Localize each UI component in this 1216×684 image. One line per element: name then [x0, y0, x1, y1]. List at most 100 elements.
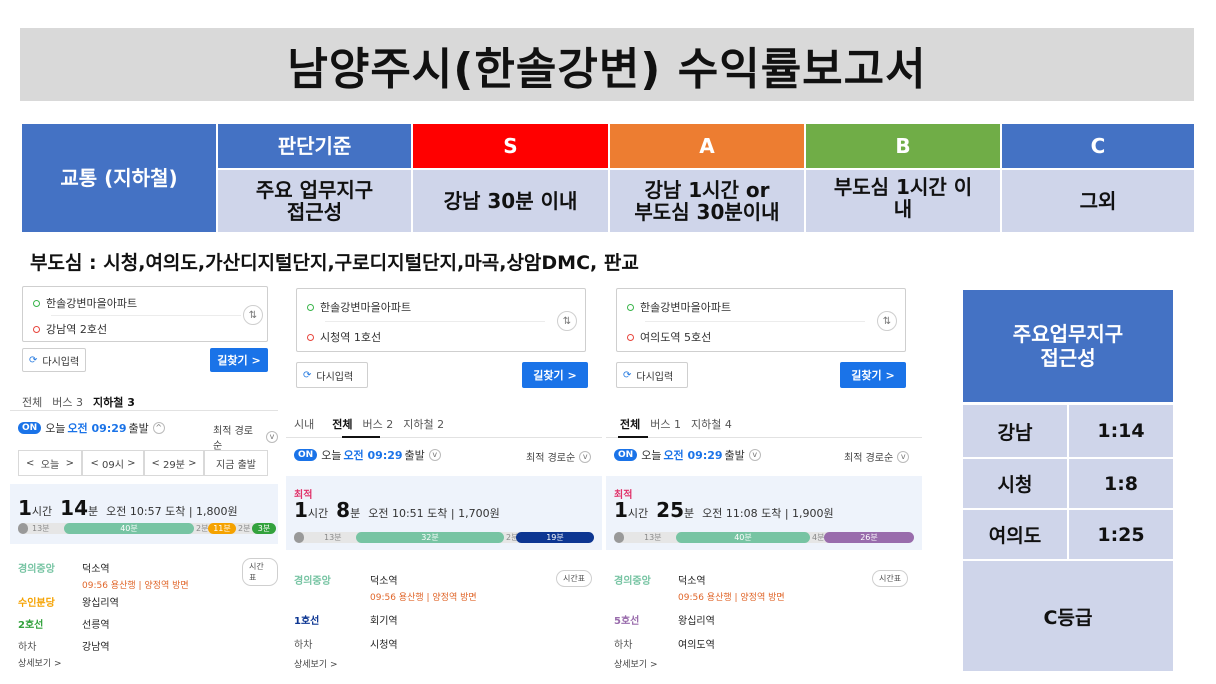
route-step: 수인분당 왕십리역: [18, 598, 119, 609]
route-duration: 1 시간 14 분 오전 10:57 도착 | 1,800원: [18, 496, 238, 520]
details-link[interactable]: 상세보기 >: [294, 657, 338, 670]
tab-bus[interactable]: 버스 2: [363, 416, 394, 432]
departure-selector[interactable]: ON 오늘 오전 09:29 출발 v: [294, 447, 441, 463]
route-step: 1호선 회기역: [294, 616, 398, 627]
chevron-down-icon: v: [428, 449, 441, 461]
summary-time-cityhall: 1:8: [1069, 459, 1173, 508]
sub-center-note: 부도심 : 시청,여의도,가산디지털단지,구로디지털단지,마곡,상암DMC, 판…: [30, 252, 639, 274]
route-panel-cityhall: 한솔강변마을아파트 시청역 1호선 ⇅ ⟳ 다시입력 길찾기 > 시내 전체 버스…: [286, 282, 602, 674]
route-step: 5호선 왕십리역: [614, 616, 715, 627]
chevron-down-icon: v: [897, 450, 910, 463]
segment-gyeongui: 40분: [64, 523, 194, 534]
departure-selector[interactable]: ON 오늘 오전 09:29 출발 v: [614, 447, 761, 463]
swap-icon[interactable]: ⇅: [877, 311, 897, 331]
reset-button[interactable]: ⟳ 다시입력: [296, 362, 368, 388]
route-duration: 1 시간 25 분 오전 11:08 도착 | 1,900원: [614, 498, 834, 522]
tab-all[interactable]: 전체: [22, 394, 42, 410]
sort-dropdown[interactable]: 최적 경로순 v: [844, 449, 910, 464]
criteria-a-line1: 강남 1시간 or: [644, 178, 770, 202]
route-search-box[interactable]: 한솔강변마을아파트 강남역 2호선 ⇅: [22, 286, 268, 342]
origin-input[interactable]: 한솔강변마을아파트: [640, 299, 731, 315]
criteria-header-basis: 판단기준: [218, 124, 411, 168]
origin-dot-icon: [307, 303, 314, 311]
route-tabs: 전체 버스 3 지하철 3: [22, 394, 145, 410]
chevron-down-icon: v: [748, 449, 761, 461]
segment-gyeongui: 40분: [676, 532, 810, 543]
origin-dot-icon: [33, 299, 40, 307]
tab-all[interactable]: 전체: [332, 416, 352, 432]
details-link[interactable]: 상세보기 >: [18, 656, 62, 669]
route-step: 경의중앙 덕소역 09:56 용산행 | 양정역 방면: [18, 564, 189, 591]
route-step: 경의중앙 덕소역 09:56 용산행 | 양정역 방면: [614, 576, 785, 603]
criteria-a-line2: 부도심 30분이내: [634, 200, 780, 224]
reset-button[interactable]: ⟳ 다시입력: [616, 362, 688, 388]
details-link[interactable]: 상세보기 >: [614, 657, 658, 670]
destination-input[interactable]: 시청역 1호선: [320, 329, 381, 345]
minute-picker[interactable]: < 29분 >: [144, 450, 204, 476]
criteria-row-label: 교통 (지하철): [22, 124, 216, 232]
route-panel-gangnam: 한솔강변마을아파트 강남역 2호선 ⇅ ⟳ 다시입력 길찾기 > 전체 버스 3 …: [10, 282, 278, 674]
time-picker: < 오늘 > < 09시 > < 29분 > 지금 출발: [18, 450, 268, 476]
find-route-button[interactable]: 길찾기 >: [840, 362, 906, 388]
criteria-basis-line1: 주요 업무지구: [255, 178, 374, 202]
chevron-down-icon: v: [266, 431, 278, 443]
sort-dropdown[interactable]: 최적 경로순 v: [213, 422, 278, 452]
destination-dot-icon: [627, 333, 634, 341]
refresh-icon: ⟳: [29, 354, 38, 366]
route-search-box[interactable]: 한솔강변마을아파트 시청역 1호선 ⇅: [296, 288, 586, 352]
timetable-button[interactable]: 시간표: [242, 558, 278, 586]
segment-transfer: 2분: [196, 524, 209, 533]
criteria-s: 강남 30분 이내: [413, 170, 608, 232]
day-picker[interactable]: < 오늘 >: [18, 450, 82, 476]
reset-button[interactable]: ⟳ 다시입력: [22, 348, 86, 372]
destination-input[interactable]: 여의도역 5호선: [640, 329, 711, 345]
criteria-table: 교통 (지하철) 판단기준 S A B C 주요 업무지구 접근성 강남 30분…: [22, 124, 1194, 232]
walk-icon: [614, 532, 624, 543]
summary-time-yeouido: 1:25: [1069, 510, 1173, 559]
criteria-a: 강남 1시간 or 부도심 30분이내: [610, 170, 804, 232]
segment-suin: 11분: [208, 523, 236, 534]
criteria-basis: 주요 업무지구 접근성: [218, 170, 411, 232]
tab-subway[interactable]: 지하철 3: [93, 394, 135, 410]
summary-area-yeouido: 여의도: [963, 510, 1067, 559]
on-badge: ON: [614, 449, 638, 461]
tab-subway[interactable]: 지하철 2: [403, 416, 444, 432]
destination-dot-icon: [33, 325, 40, 333]
route-search-box[interactable]: 한솔강변마을아파트 여의도역 5호선 ⇅: [616, 288, 906, 352]
tab-region[interactable]: 시내: [294, 416, 314, 432]
chevron-up-icon: ^: [152, 422, 165, 434]
on-badge: ON: [18, 422, 42, 434]
criteria-header-s: S: [413, 124, 608, 168]
on-badge: ON: [294, 449, 318, 461]
criteria-s-line1: 강남 30분 이내: [443, 189, 578, 213]
criteria-b-line1: 부도심 1시간 이: [833, 175, 973, 199]
swap-icon[interactable]: ⇅: [243, 305, 263, 325]
criteria-c-line1: 그외: [1079, 189, 1117, 213]
refresh-icon: ⟳: [623, 369, 632, 381]
sort-dropdown[interactable]: 최적 경로순 v: [526, 449, 592, 464]
timetable-button[interactable]: 시간표: [872, 570, 909, 587]
swap-icon[interactable]: ⇅: [557, 311, 577, 331]
tab-bus[interactable]: 버스 3: [52, 394, 83, 410]
tab-subway[interactable]: 지하철 4: [691, 416, 732, 432]
summary-area-cityhall: 시청: [963, 459, 1067, 508]
criteria-b: 부도심 1시간 이 내: [806, 170, 1000, 232]
find-route-button[interactable]: 길찾기 >: [210, 348, 268, 372]
hour-picker[interactable]: < 09시 >: [82, 450, 144, 476]
tab-bus[interactable]: 버스 1: [650, 416, 681, 432]
destination-input[interactable]: 강남역 2호선: [46, 321, 107, 337]
origin-input[interactable]: 한솔강변마을아파트: [46, 295, 137, 311]
route-step: 2호선 선릉역: [18, 620, 110, 631]
route-step: 하차 여의도역: [614, 640, 715, 651]
chevron-down-icon: v: [579, 450, 592, 463]
now-button[interactable]: 지금 출발: [204, 450, 268, 476]
origin-input[interactable]: 한솔강변마을아파트: [320, 299, 411, 315]
criteria-b-line2: 내: [893, 197, 913, 221]
tab-all[interactable]: 전체: [620, 416, 640, 432]
destination-dot-icon: [307, 333, 314, 341]
page-title: 남양주시(한솔강변) 수익률보고서: [287, 43, 927, 95]
segment-line2: 3분: [252, 523, 276, 534]
departure-selector[interactable]: ON 오늘 오전 09:29 출발 ^: [18, 420, 165, 436]
timetable-button[interactable]: 시간표: [556, 570, 593, 587]
find-route-button[interactable]: 길찾기 >: [522, 362, 588, 388]
